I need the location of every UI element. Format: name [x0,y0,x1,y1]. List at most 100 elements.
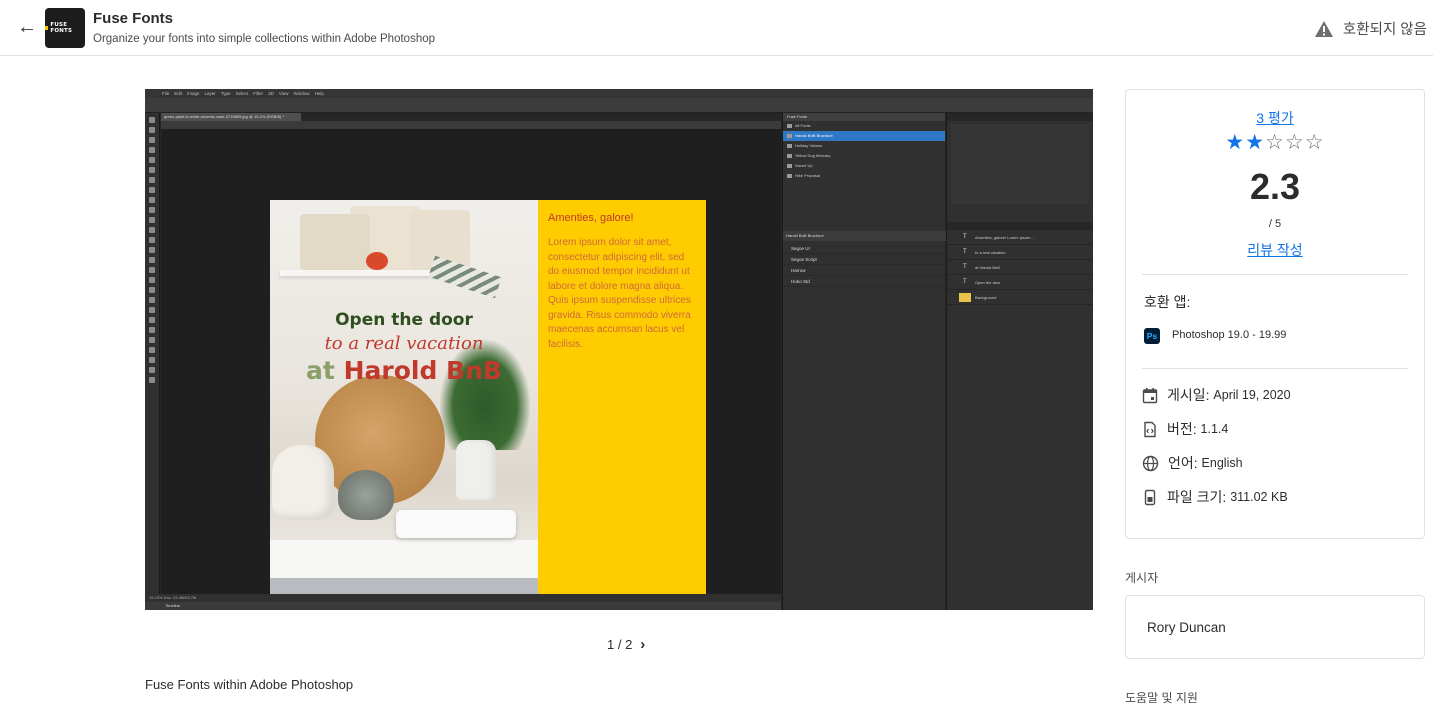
fuse-collection-list: All Fonts Harold BnB Brochure Holiday Visi… [783,121,945,181]
ps-toolbar [145,113,160,603]
brochure-headline-brand: Harold BnB [343,356,502,385]
brochure-headline-3: at Harold BnB [270,356,538,385]
fuse-collection-item: Saved Up [783,161,945,171]
compatibility-text: 호환되지 않음 [1342,22,1427,38]
ps-menu-item: File [162,91,170,96]
divider [1142,274,1408,275]
ps-menu-item: Filter [253,91,264,96]
ps-menu-item: Select [235,91,249,96]
version-row: 버전: 1.1.4 [1142,419,1228,439]
fuse-collection-item: Hike Proposal [783,171,945,181]
language-row: 언어: English [1142,453,1243,473]
published-value: April 19, 2020 [1213,388,1291,402]
ps-menu-item: Type [220,91,231,96]
publisher-card[interactable]: Rory Duncan [1125,595,1425,659]
ps-menu-item: View [278,91,289,96]
ps-document-tab: green-plant-in-white-ceramic-vase-371665… [161,113,301,121]
ps-layer-item: Amenties, galore! Lorem ipsum... [947,230,1093,245]
publisher-label: 게시자 [1125,571,1159,585]
rating-score: 2.3 [1249,166,1301,207]
ps-character-panel [951,124,1089,204]
star-empty-icon: ☆ [1265,131,1285,154]
ps-layer-item: to a real vacation [947,245,1093,260]
ps-canvas: Open the door to a real vacation at Haro… [161,129,781,603]
fuse-font-item: Harrow [783,265,946,276]
ps-menu-item: Layer [204,91,216,96]
brochure-document: Open the door to a real vacation at Haro… [270,200,706,603]
filesize-value: 311.02 KB [1230,490,1288,504]
fuse-collection-item: Holiday Visions [783,141,945,151]
version-value: 1.1.4 [1200,422,1229,436]
fuse-collection-item: All Fonts [783,121,945,131]
fuse-collection-item: Yellow Dog Itinerary [783,151,945,161]
product-screenshot[interactable]: File Edit Image Layer Type Select Filter 3D View… [145,89,1093,610]
star-empty-icon: ☆ [1304,131,1325,154]
help-support-label: 도움말 및 지원 [1125,691,1198,705]
ps-layer-item: at Harold BnB [947,260,1093,275]
fuse-fonts-panel: Fuse Fonts All Fonts Harold BnB Brochure H… [782,113,946,610]
published-label: 게시일: [1167,387,1210,403]
ps-menu-item: Image [187,91,200,96]
app-logo-text: FUSE FONTS [50,22,73,34]
language-label: 언어: [1168,455,1198,471]
brochure-side-heading: Amenties, galore! [548,212,634,224]
write-review-link[interactable]: 리뷰 작성 [1126,240,1424,260]
brochure-side-panel: Amenties, galore! Lorem ipsum dolor sit … [538,200,706,603]
ps-menu-item: Edit [174,91,183,96]
ps-ruler [161,121,781,129]
divider [1142,368,1408,369]
code-file-icon [1144,421,1156,437]
fuse-collection-header: Harold BnB Brochure [783,231,946,241]
arrow-left-icon[interactable]: ← [14,14,40,40]
version-label: 버전: [1167,421,1197,437]
fuse-panel-title: Fuse Fonts [783,113,945,121]
brochure-headline-at: at [306,356,335,385]
warning-triangle-icon [1314,20,1333,37]
calendar-icon [1142,387,1158,403]
photoshop-icon: Ps [1144,328,1160,344]
chevron-right-icon[interactable]: › [640,636,645,653]
screenshot-pager: 1 / 2 › [607,636,645,653]
ps-menu-item: 3D [268,91,274,96]
ps-layers-list: Amenties, galore! Lorem ipsum...to a rea… [947,230,1093,305]
filesize-row: 파일 크기: 311.02 KB [1142,487,1288,507]
language-value: English [1201,456,1243,470]
star-empty-icon: ☆ [1284,131,1305,154]
publisher-name[interactable]: Rory Duncan [1147,620,1226,635]
fuse-collection-item: Harold BnB Brochure [783,131,945,141]
rating-stars: ★★☆☆☆ [1126,130,1424,155]
star-filled-icon: ★ [1225,131,1246,154]
rating-max: / 5 [1268,218,1282,230]
ps-right-panels: Amenties, galore! Lorem ipsum...to a rea… [946,113,1093,610]
brochure-headline-2: to a real vacation [324,333,484,354]
fuse-font-list: Segoe UI Segoe Script Harrow Hobo Std [783,243,946,287]
compatibility-status: 호환되지 않음 [1314,18,1427,39]
ps-layers-tabs [947,222,1093,230]
top-bar: ← FUSE FONTS Fuse Fonts Organize your fo… [0,0,1433,56]
ps-layer-item: Open the door [947,275,1093,290]
screenshot-caption: Fuse Fonts within Adobe Photoshop [145,677,354,692]
photoshop-version: Photoshop 19.0 - 19.99 [1172,329,1287,341]
ps-options-bar [145,98,1093,113]
ps-menubar: File Edit Image Layer Type Select Filter 3D View… [145,89,1093,98]
rating-count-link[interactable]: 3 평가 [1126,108,1424,128]
compatible-apps-label: 호환 앱: [1144,294,1191,310]
file-size-icon [1144,489,1156,505]
ps-menu-item: Help [314,91,324,96]
filesize-label: 파일 크기: [1167,489,1227,505]
details-card: 3 평가 ★★☆☆☆ 2.3 / 5 리뷰 작성 호환 앱: Ps Photos… [1125,89,1425,539]
star-filled-icon: ★ [1245,131,1266,154]
fuse-font-item: Segoe Script [783,254,946,265]
fuse-font-item: Segoe UI [783,243,946,254]
ps-history-tabs [947,113,1093,121]
brochure-headline-1: Open the door [335,310,473,330]
app-logo: FUSE FONTS [45,8,85,48]
ps-layer-item: Background [947,290,1093,305]
brochure-photo: Open the door to a real vacation at Haro… [270,200,538,603]
pager-text: 1 / 2 [607,637,633,652]
brochure-side-body: Lorem ipsum dolor sit amet, consectetur … [548,237,691,350]
fuse-font-item: Hobo Std [783,276,946,287]
ps-timeline: Timeline [145,602,781,610]
published-row: 게시일: April 19, 2020 [1142,385,1291,405]
ps-menu-item: Window [293,91,310,96]
